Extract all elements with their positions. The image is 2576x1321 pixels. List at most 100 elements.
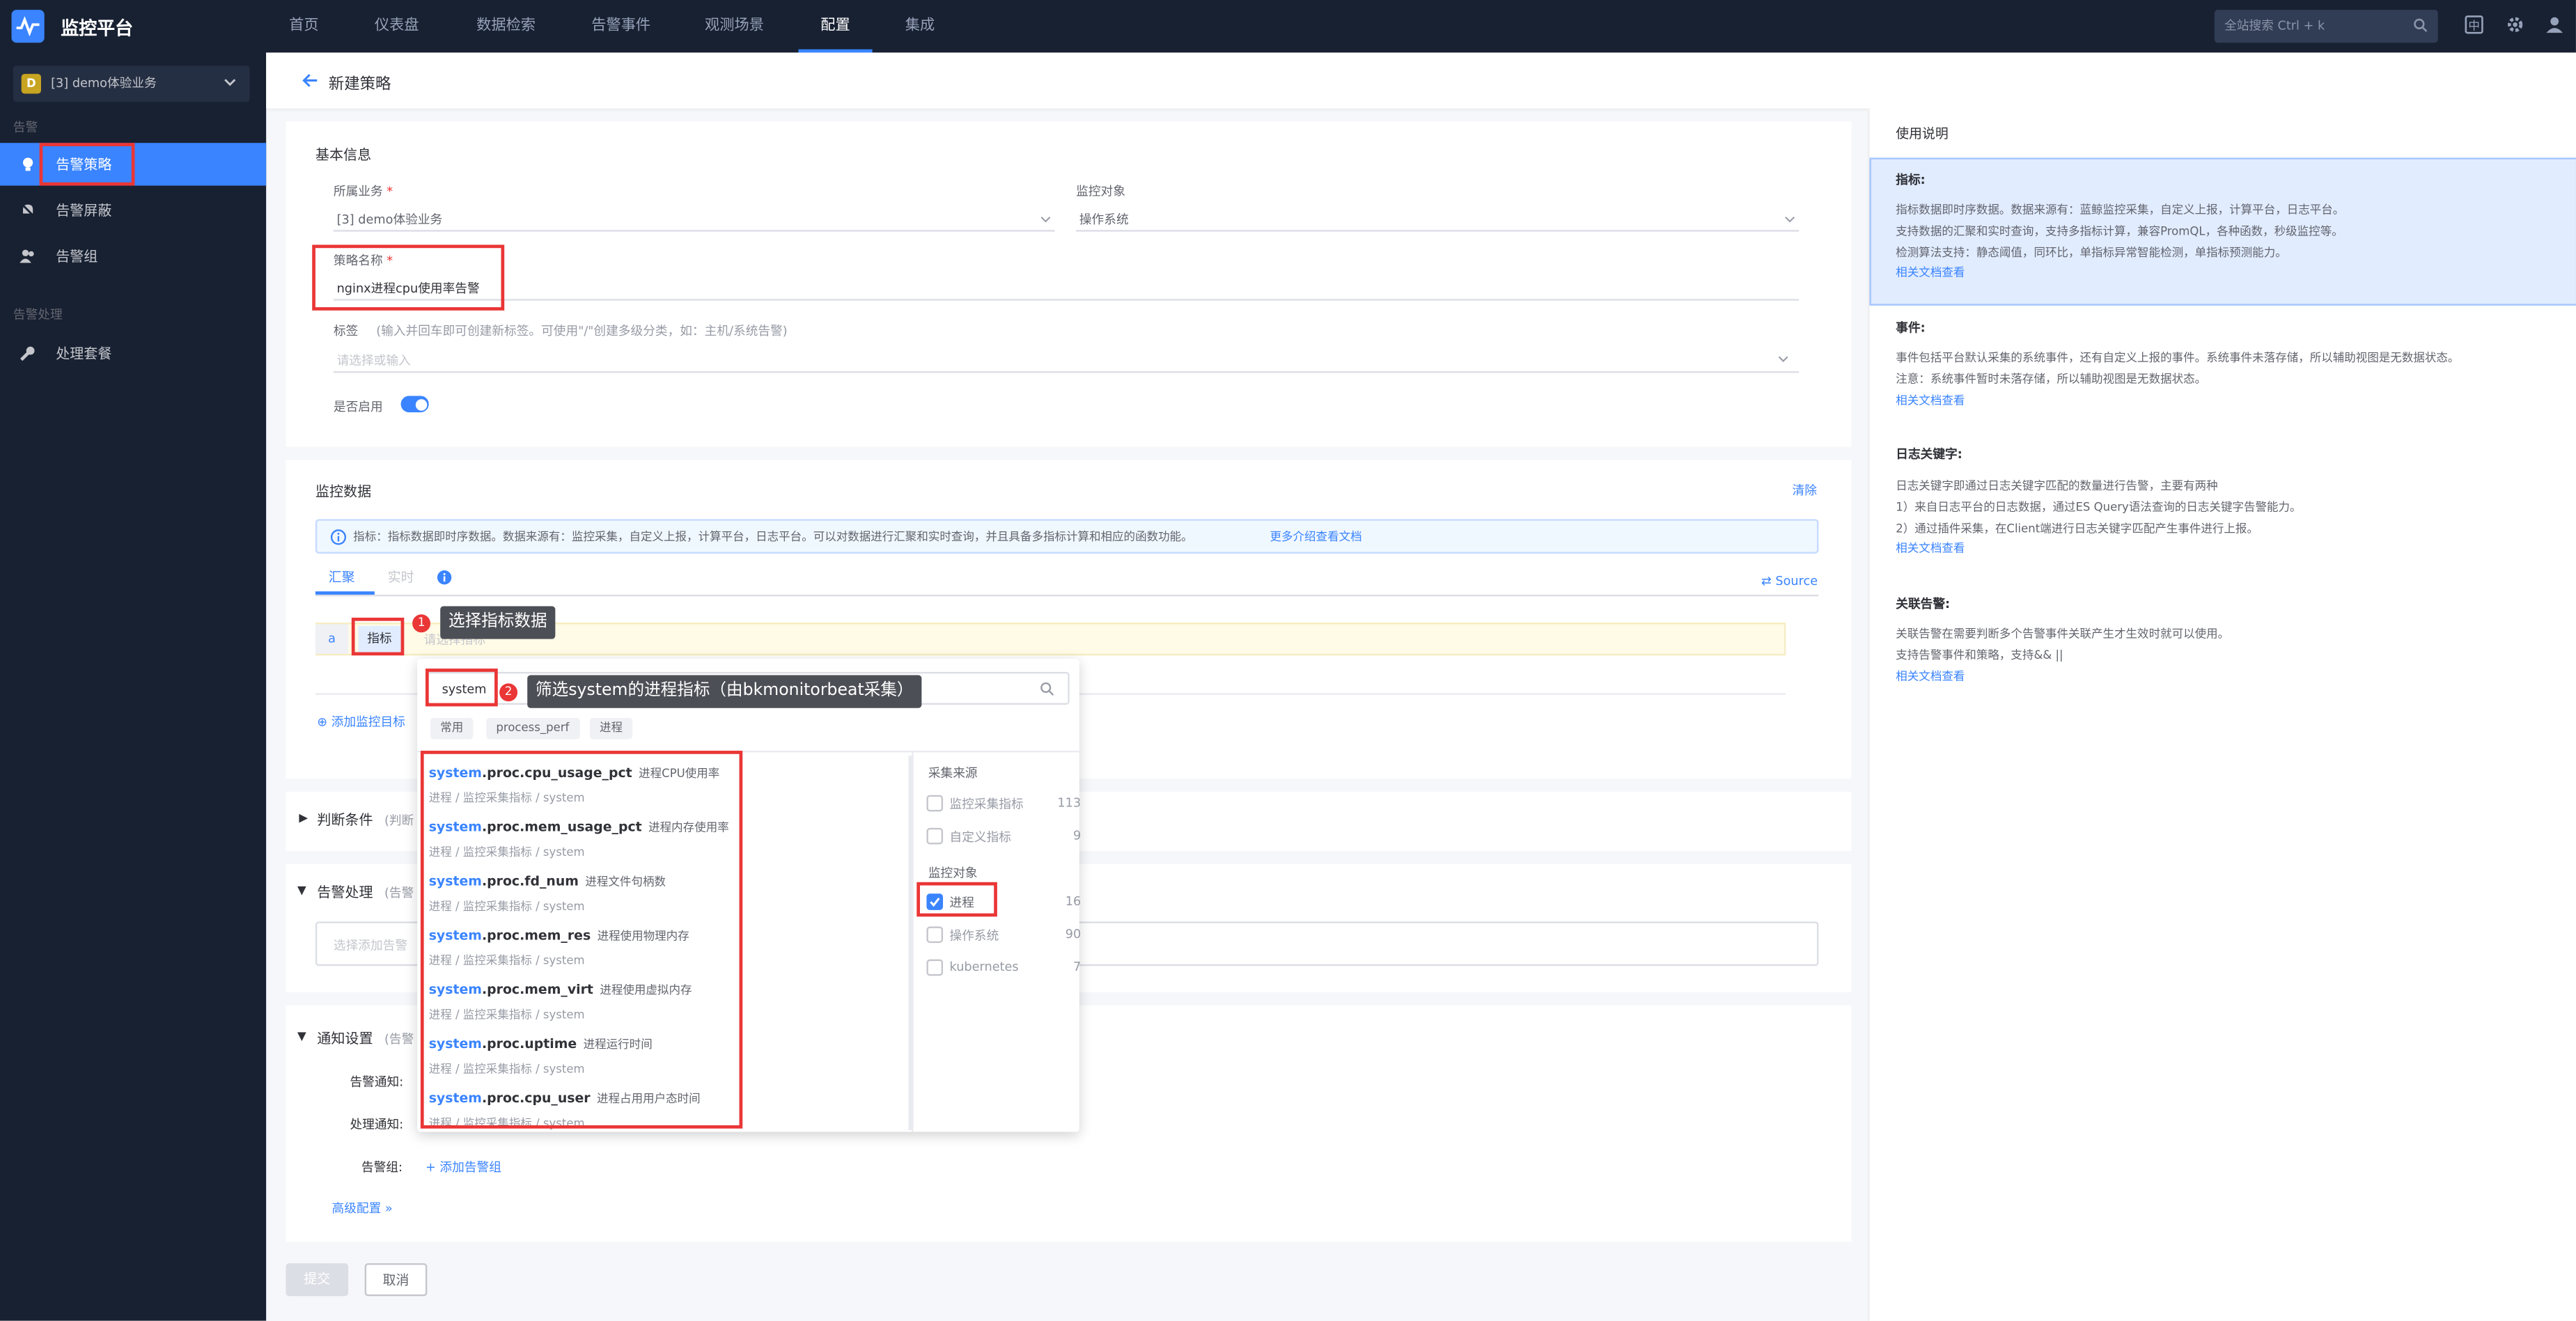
- sidebar-item-alarm-shield[interactable]: 告警屏蔽: [0, 189, 266, 231]
- annotation-highlight-strategy: [39, 143, 135, 186]
- bell-off-icon: [20, 203, 36, 218]
- caret-down-icon[interactable]: ▼: [297, 884, 306, 897]
- filter-label: 监控采集指标: [949, 797, 1024, 812]
- global-search-input[interactable]: 全站搜索 Ctrl + k: [2214, 10, 2438, 43]
- filter-target-os[interactable]: 操作系统 90: [926, 923, 1084, 946]
- nav-home[interactable]: 首页: [289, 0, 318, 52]
- filter-count: 113: [1057, 795, 1082, 810]
- filter-count: 16: [1065, 893, 1082, 909]
- filter-count: 9: [1072, 827, 1082, 843]
- help-line: 检测算法支持：静态阈值，同环比，单指标异常智能检测，单指标预测能力。: [1896, 245, 2287, 259]
- checkbox[interactable]: [926, 926, 944, 944]
- help-line: 1）来自日志平台的日志数据，通过ES Query语法查询的日志关键字告警能力。: [1896, 501, 2302, 514]
- info-bar: 指标：指标数据即时序数据。数据来源有：监控采集，自定义上报，计算平台，日志平台。…: [315, 519, 1819, 554]
- tag-hint: (输入并回车即可创建新标签。可使用"/"创建多级分类，如：主机/系统告警): [376, 323, 788, 338]
- step-1-tooltip: 选择指标数据: [440, 606, 556, 639]
- submit-button[interactable]: 提交: [286, 1263, 349, 1297]
- clear-link[interactable]: 清除: [1793, 481, 1817, 499]
- help-doc-link[interactable]: 相关文档查看: [1896, 666, 2553, 687]
- checkbox[interactable]: [926, 827, 944, 845]
- help-heading: 关联告警:: [1896, 596, 1951, 611]
- metric-selector-dropdown: system 常用 process_perf 进程 system.proc.cp…: [417, 658, 1082, 1132]
- nav-config[interactable]: 配置: [798, 0, 873, 53]
- section-hint: (告警: [384, 885, 414, 900]
- filter-count: 90: [1065, 926, 1082, 941]
- help-line: 支持数据的汇聚和实时查询，支持多指标计算，兼容PromQL，各种函数，秒级监控等…: [1896, 224, 2343, 238]
- caret-down-icon[interactable]: ▼: [297, 1030, 306, 1043]
- section-title: 基本信息: [315, 148, 372, 164]
- help-doc-link[interactable]: 相关文档查看: [1896, 540, 2553, 561]
- business-selector[interactable]: D [3] demo体验业务: [13, 65, 250, 102]
- nav-dashboard[interactable]: 仪表盘: [375, 0, 419, 52]
- add-alarm-group-link[interactable]: + 添加告警组: [426, 1158, 501, 1176]
- help-line: 指标数据即时序数据。数据来源有：蓝鲸监控采集，自定义上报，计算平台，日志平台。: [1896, 203, 2345, 217]
- biz-select[interactable]: [3] demo体验业务: [333, 207, 1055, 232]
- handling-placeholder: 选择添加告警: [333, 937, 408, 953]
- filter-source-custom[interactable]: 自定义指标 9: [926, 824, 1084, 847]
- section-title: 告警处理: [317, 885, 373, 902]
- tag-placeholder: 请选择或输入: [336, 353, 411, 368]
- add-target-label: 添加监控目标: [331, 714, 405, 730]
- tag-input[interactable]: 请选择或输入: [333, 347, 1800, 373]
- help-doc-link[interactable]: 相关文档查看: [1896, 263, 2553, 284]
- info-circle-icon: [330, 529, 347, 545]
- language-icon[interactable]: 中: [2465, 15, 2488, 38]
- filter-label: kubernetes: [949, 959, 1019, 974]
- filter-target-title: 监控对象: [928, 866, 978, 881]
- add-circle-icon: ⊕: [317, 714, 328, 730]
- step-2-tooltip: 筛选system的进程指标（由bkmonitorbeat采集）: [527, 675, 922, 708]
- target-value: 操作系统: [1079, 212, 1129, 227]
- app-title[interactable]: 监控平台: [61, 15, 133, 41]
- sidebar-item-alarm-group[interactable]: 告警组: [0, 235, 266, 277]
- wrench-icon: [19, 346, 35, 361]
- info-doc-link[interactable]: 更多介绍查看文档: [1270, 529, 1362, 546]
- swap-icon: ⇄: [1761, 573, 1772, 588]
- settings-gear-icon[interactable]: [2505, 15, 2528, 38]
- checkbox[interactable]: [926, 959, 944, 976]
- filter-target-k8s[interactable]: kubernetes 7: [926, 956, 1084, 979]
- bulb-icon: [23, 157, 33, 171]
- cancel-button[interactable]: 取消: [364, 1263, 428, 1297]
- help-line: 2）通过插件采集，在Client端进行日志关键字匹配产生事件进行上报。: [1896, 522, 2258, 536]
- annotation-highlight-filter: [916, 882, 997, 917]
- filter-label: 自定义指标: [949, 829, 1011, 845]
- nav-integration[interactable]: 集成: [905, 0, 935, 52]
- enable-toggle[interactable]: [400, 396, 429, 413]
- user-icon[interactable]: [2545, 15, 2568, 38]
- svg-text:中: 中: [2468, 19, 2479, 32]
- section-title: 通知设置: [317, 1031, 373, 1049]
- info-icon[interactable]: [437, 570, 452, 585]
- quick-tag[interactable]: 进程: [589, 717, 633, 740]
- sidebar-item-handling-package[interactable]: 处理套餐: [0, 332, 266, 375]
- nav-data-search[interactable]: 数据检索: [476, 0, 536, 52]
- checkbox[interactable]: [926, 795, 944, 812]
- help-text: 指标数据即时序数据。数据来源有：蓝鲸监控采集，自定义上报，计算平台，日志平台。 …: [1896, 201, 2553, 285]
- advanced-config-link[interactable]: 高级配置 »: [332, 1199, 393, 1217]
- sidebar: D [3] demo体验业务 告警 告警策略 告警屏蔽 告警组 告警处理 处理套…: [0, 52, 267, 1321]
- help-heading: 事件:: [1896, 320, 1926, 336]
- search-placeholder: 全站搜索 Ctrl + k: [2224, 17, 2325, 33]
- tab-realtime[interactable]: 实时: [388, 568, 414, 586]
- quick-tag[interactable]: 常用: [430, 717, 474, 740]
- basic-info-card: 基本信息 所属业务 * [3] demo体验业务 监控对象 操作系统 策略名称 …: [286, 121, 1852, 447]
- add-target-link[interactable]: ⊕ 添加监控目标: [317, 713, 405, 731]
- info-text: 指标：指标数据即时序数据。数据来源有：监控采集，自定义上报，计算平台，日志平台。…: [353, 530, 1193, 544]
- tab-aggregate[interactable]: 汇聚: [329, 568, 355, 586]
- strategy-name-input[interactable]: nginx进程cpu使用率告警: [333, 276, 1800, 301]
- filter-source-collect[interactable]: 监控采集指标 113: [926, 792, 1084, 815]
- help-text: 事件包括平台默认采集的系统事件，还有自定义上报的事件。系统事件未落存储，所以辅助…: [1896, 348, 2553, 412]
- logo-icon[interactable]: [11, 10, 45, 43]
- nav-alarm-events[interactable]: 告警事件: [591, 0, 650, 52]
- help-doc-link[interactable]: 相关文档查看: [1896, 390, 2553, 411]
- help-line: 关联告警在需要判断多个告警事件关联产生才生效时就可以使用。: [1896, 627, 2230, 641]
- enable-label: 是否启用: [333, 399, 383, 414]
- page-header: 新建策略: [266, 52, 2576, 109]
- help-line: 日志关键字即通过日志关键字匹配的数量进行告警，主要有两种: [1896, 479, 2218, 493]
- nav-scenes[interactable]: 观测场景: [705, 0, 764, 52]
- quick-tag[interactable]: process_perf: [486, 717, 579, 740]
- back-arrow-icon[interactable]: [302, 72, 319, 89]
- source-toggle[interactable]: ⇄ Source: [1761, 573, 1818, 588]
- target-select[interactable]: 操作系统: [1076, 207, 1800, 232]
- sidebar-group-alarm: 告警: [13, 120, 38, 135]
- handle-notify-label: 处理通知:: [350, 1117, 404, 1132]
